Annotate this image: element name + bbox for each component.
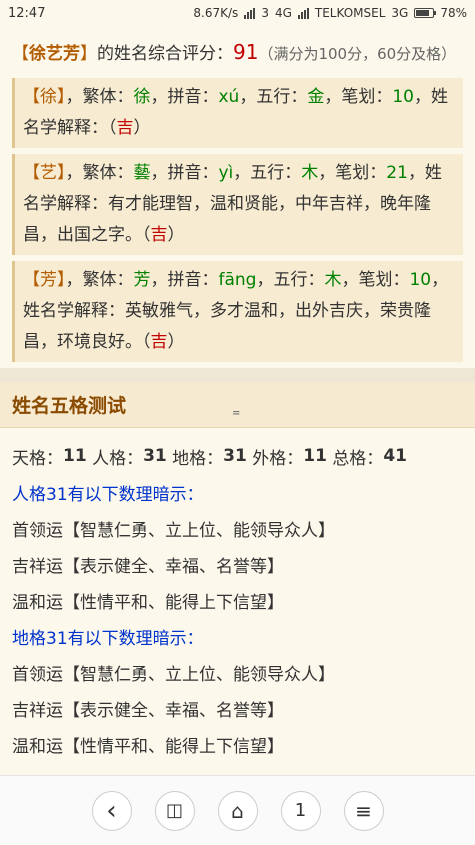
status-bar: 12:47 8.67K/s 3 4G TELKOMSEL 3G 78% <box>0 0 475 26</box>
stroke-value: 10 <box>392 87 414 107</box>
score-label: 的姓名综合评分： <box>97 44 233 64</box>
zong-value: 41 <box>383 446 407 466</box>
list-item: 吉祥运【表示健全、幸福、名誉等】 <box>12 700 284 721</box>
zong-label: 总格： <box>332 448 384 469</box>
list-item: 吉祥运【表示健全、幸福、名誉等】 <box>12 556 284 577</box>
status-right: 8.67K/s 3 4G TELKOMSEL 3G 78% <box>193 6 467 20</box>
wuxing-label: ，五行： <box>239 87 308 107</box>
wuge-section: 天格： 11 人格： 31 地格： 31 外格： 11 总格： 41 人格31有以下数理暗… <box>0 428 475 772</box>
trad-value: 芳 <box>133 270 151 290</box>
tabs-count: 1 <box>294 800 307 821</box>
signal-icon <box>244 7 256 19</box>
tian-value: 11 <box>63 446 87 466</box>
tabs-button[interactable]: 1 <box>280 790 321 831</box>
sim1-number: 3 <box>261 6 269 20</box>
list-item: 温和运【性情平和、能得上下信望】 <box>12 592 284 613</box>
back-icon: ‹ <box>106 795 117 826</box>
bracket-right: 】 <box>80 44 97 64</box>
signal-icon-2 <box>297 7 309 19</box>
ren-label: 人格： <box>92 448 144 469</box>
section-divider <box>0 368 475 382</box>
di-label: 地格： <box>172 448 224 469</box>
di-heading: 地格31有以下数理暗示： <box>12 628 204 649</box>
score-summary: 【徐艺芳】的姓名综合评分：91（满分为100分，60分及格） <box>0 26 475 78</box>
pinyin-label: ，拼音： <box>150 270 219 290</box>
char: 芳 <box>40 270 57 290</box>
trad-label: ，繁体： <box>65 163 134 183</box>
stroke-label: ，笔划： <box>341 270 410 290</box>
wuxing-value: 木 <box>301 163 319 183</box>
list-item: 首领运【智慧仁勇、立上位、能领导众人】 <box>12 664 335 685</box>
wai-value: 11 <box>303 446 327 466</box>
trad-label: ，繁体： <box>65 87 134 107</box>
list-item: 首领运【智慧仁勇、立上位、能领导众人】 <box>12 520 335 541</box>
trad-value: 藝 <box>133 163 151 183</box>
back-button[interactable]: ‹ <box>91 790 132 831</box>
score-note: （满分为100分，60分及格） <box>258 45 457 63</box>
network-speed: 8.67K/s <box>193 6 239 20</box>
book-icon: ◫ <box>165 800 183 821</box>
stroke-value: 21 <box>386 163 408 183</box>
wai-label: 外格： <box>252 448 304 469</box>
wuxing-value: 金 <box>307 87 325 107</box>
luck-value: 吉 <box>150 225 168 245</box>
head-glyph: = <box>232 408 241 419</box>
char: 艺 <box>40 163 57 183</box>
section-title: 姓名五格测试 = <box>0 382 475 428</box>
stroke-value: 10 <box>409 270 432 290</box>
browser-bottom-nav: ‹ ◫ ⌂ 1 ≡ <box>0 775 475 845</box>
section-title-text: 姓名五格测试 <box>12 395 127 417</box>
char-card: 【芳】，繁体：芳，拼音：fāng，五行：木，笔划：10，姓名学解释：英敏雅气，多… <box>12 261 463 362</box>
bracket-left: 【 <box>12 44 29 64</box>
home-icon: ⌂ <box>231 798 244 823</box>
bookmarks-button[interactable]: ◫ <box>154 790 195 831</box>
menu-icon: ≡ <box>355 798 372 823</box>
battery-icon <box>414 8 437 18</box>
wuxing-label: ，五行： <box>256 270 325 290</box>
luck-value: 吉 <box>150 332 168 352</box>
pinyin-value: yì <box>218 163 234 183</box>
pinyin-label: ，拼音： <box>150 163 219 183</box>
di-value: 31 <box>223 446 247 466</box>
trad-label: ，繁体： <box>65 270 134 290</box>
char-card: 【艺】，繁体：藝，拼音：yì，五行：木，笔划：21，姓名学解释：有才能理智，温和… <box>12 154 463 255</box>
wuge-numbers: 天格： 11 人格： 31 地格： 31 外格： 11 总格： 41 <box>12 438 463 474</box>
home-button[interactable]: ⌂ <box>217 790 258 831</box>
carrier-type: 3G <box>391 6 409 20</box>
wuxing-label: ，五行： <box>233 163 302 183</box>
ren-heading: 人格31有以下数理暗示： <box>12 484 204 505</box>
stroke-label: ，笔划： <box>324 87 393 107</box>
sim1-type: 4G <box>274 6 292 20</box>
battery-percent: 78% <box>440 6 467 20</box>
menu-button[interactable]: ≡ <box>343 790 384 831</box>
trad-value: 徐 <box>133 87 151 107</box>
page-content: 【徐艺芳】的姓名综合评分：91（满分为100分，60分及格） 【徐】，繁体：徐，… <box>0 26 475 772</box>
pinyin-value: fāng <box>218 270 257 290</box>
wuxing-value: 木 <box>324 270 342 290</box>
char-card: 【徐】，繁体：徐，拼音：xú，五行：金，笔划：10，姓名学解释：（吉） <box>12 78 463 148</box>
char: 徐 <box>40 87 57 107</box>
carrier-name: TELKOMSEL <box>314 6 386 20</box>
status-time: 12:47 <box>8 5 46 21</box>
character-cards: 【徐】，繁体：徐，拼音：xú，五行：金，笔划：10，姓名学解释：（吉） 【艺】，… <box>0 78 475 362</box>
person-name: 徐艺芳 <box>29 44 80 64</box>
stroke-label: ，笔划： <box>318 163 387 183</box>
pinyin-value: xú <box>218 87 240 107</box>
pinyin-label: ，拼音： <box>150 87 219 107</box>
tian-label: 天格： <box>12 448 63 469</box>
ren-value: 31 <box>143 446 167 466</box>
luck-value: 吉 <box>116 118 134 138</box>
list-item: 温和运【性情平和、能得上下信望】 <box>12 736 284 757</box>
score-value: 91 <box>233 40 259 64</box>
